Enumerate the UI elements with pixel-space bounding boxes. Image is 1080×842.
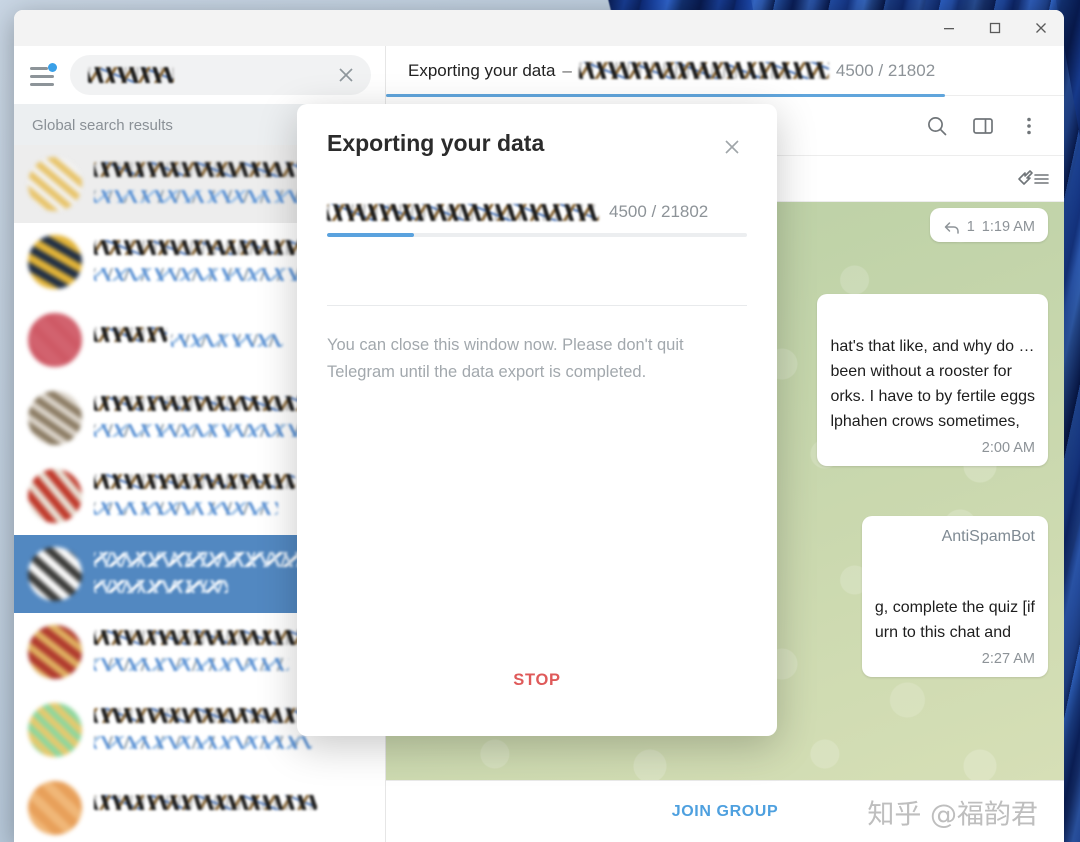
avatar <box>28 469 82 523</box>
list-item-text <box>94 795 373 821</box>
progress-label-row: 4500 / 21802 <box>327 202 747 222</box>
watermark: 知乎 @福韵君 <box>867 799 1038 830</box>
message-text-line: been without a rooster for <box>830 363 1012 381</box>
list-item[interactable] <box>14 769 385 842</box>
message-bubble[interactable]: hat's that like, and why do … been witho… <box>817 294 1048 467</box>
search-query-redacted <box>88 67 174 83</box>
message-text-line: orks. I have to by fertile eggs <box>830 388 1035 406</box>
message-meta: 1 1:19 AM <box>943 216 1035 238</box>
sidebar-search-row <box>14 46 385 104</box>
more-vertical-icon[interactable] <box>1008 105 1050 147</box>
message-text-line: urn to this chat and <box>874 623 1011 641</box>
dialog-divider <box>327 305 747 306</box>
list-item-subtitle-redacted <box>94 580 228 594</box>
avatar <box>28 157 82 211</box>
tab-filename-redacted <box>578 62 829 79</box>
message-bubble[interactable]: AntiSpamBot g, complete the quiz [if urn… <box>861 516 1048 677</box>
message-bubble[interactable]: 1 1:19 AM <box>929 208 1048 243</box>
message-text-line: hat's that like, and why do … <box>830 338 1035 356</box>
pinned-messages-icon <box>1018 169 1049 185</box>
sidebar-panel-icon[interactable] <box>962 105 1004 147</box>
message-text-line: g, complete the quiz [if <box>874 598 1035 616</box>
stop-button[interactable]: STOP <box>327 671 747 690</box>
message-time: 2:00 AM <box>981 439 1035 456</box>
dialog-title: Exporting your data <box>327 130 545 156</box>
list-item-subtitle-redacted <box>170 333 283 347</box>
message-meta: 2:00 AM <box>830 437 1035 459</box>
clear-search-icon[interactable] <box>329 58 363 92</box>
avatar <box>28 391 82 445</box>
window-titlebar <box>14 10 1064 46</box>
list-item-title-redacted <box>94 795 318 810</box>
search-icon[interactable] <box>916 105 958 147</box>
list-item-subtitle-redacted <box>94 736 312 750</box>
avatar <box>28 703 82 757</box>
message-text-line: lphahen crows sometimes, <box>830 412 1020 430</box>
tab-separator: – <box>562 60 572 80</box>
progress-count: 4500 / 21802 <box>609 202 709 221</box>
desktop-background: Global search results Exporting your dat… <box>0 0 1080 842</box>
avatar <box>28 781 82 835</box>
list-item-subtitle-redacted <box>94 502 279 516</box>
message-meta: 2:27 AM <box>875 648 1035 670</box>
hamburger-bar <box>30 74 54 78</box>
join-group-button[interactable]: JOIN GROUP <box>672 803 778 821</box>
hamburger-menu-icon[interactable] <box>30 63 58 87</box>
maximize-button[interactable] <box>972 10 1018 46</box>
close-icon[interactable] <box>717 132 747 162</box>
tab-label: Exporting your data <box>408 60 556 80</box>
progress-filename-redacted <box>327 203 599 221</box>
list-item-title-redacted <box>94 327 167 342</box>
minimize-button[interactable] <box>926 10 972 46</box>
list-item-subtitle-redacted <box>94 190 301 204</box>
hamburger-bar <box>30 66 48 70</box>
export-progress-dialog: Exporting your data 4500 / 21802 You can… <box>297 104 777 736</box>
message-time: 2:27 AM <box>981 650 1035 667</box>
dialog-note: You can close this window now. Please do… <box>327 336 684 381</box>
menu-notification-dot <box>48 63 57 72</box>
list-item-subtitle-redacted <box>94 658 290 672</box>
tab-strip: Exporting your data – 4500 / 21802 <box>385 46 1064 97</box>
hamburger-bar <box>30 82 54 86</box>
progress-bar <box>327 233 747 237</box>
tab-exporting-your-data[interactable]: Exporting your data – 4500 / 21802 <box>385 46 946 97</box>
reply-arrow-icon <box>944 221 959 234</box>
telegram-window: Global search results Exporting your dat… <box>14 10 1064 842</box>
reply-count: 1 <box>966 219 975 235</box>
progress-bar-fill <box>327 233 414 237</box>
avatar <box>28 235 82 289</box>
avatar <box>28 313 82 367</box>
message-sender: AntiSpamBot <box>941 528 1035 546</box>
message-time: 1:19 AM <box>981 219 1035 235</box>
avatar <box>28 625 82 679</box>
search-input[interactable] <box>70 55 371 95</box>
close-button[interactable] <box>1018 10 1064 46</box>
dialog-header: Exporting your data <box>327 130 747 162</box>
avatar <box>28 547 82 601</box>
tab-progress-count: 4500 / 21802 <box>835 60 936 80</box>
join-group-bar: JOIN GROUP 知乎 @福韵君 <box>386 780 1064 842</box>
list-item-title-redacted <box>94 474 295 489</box>
